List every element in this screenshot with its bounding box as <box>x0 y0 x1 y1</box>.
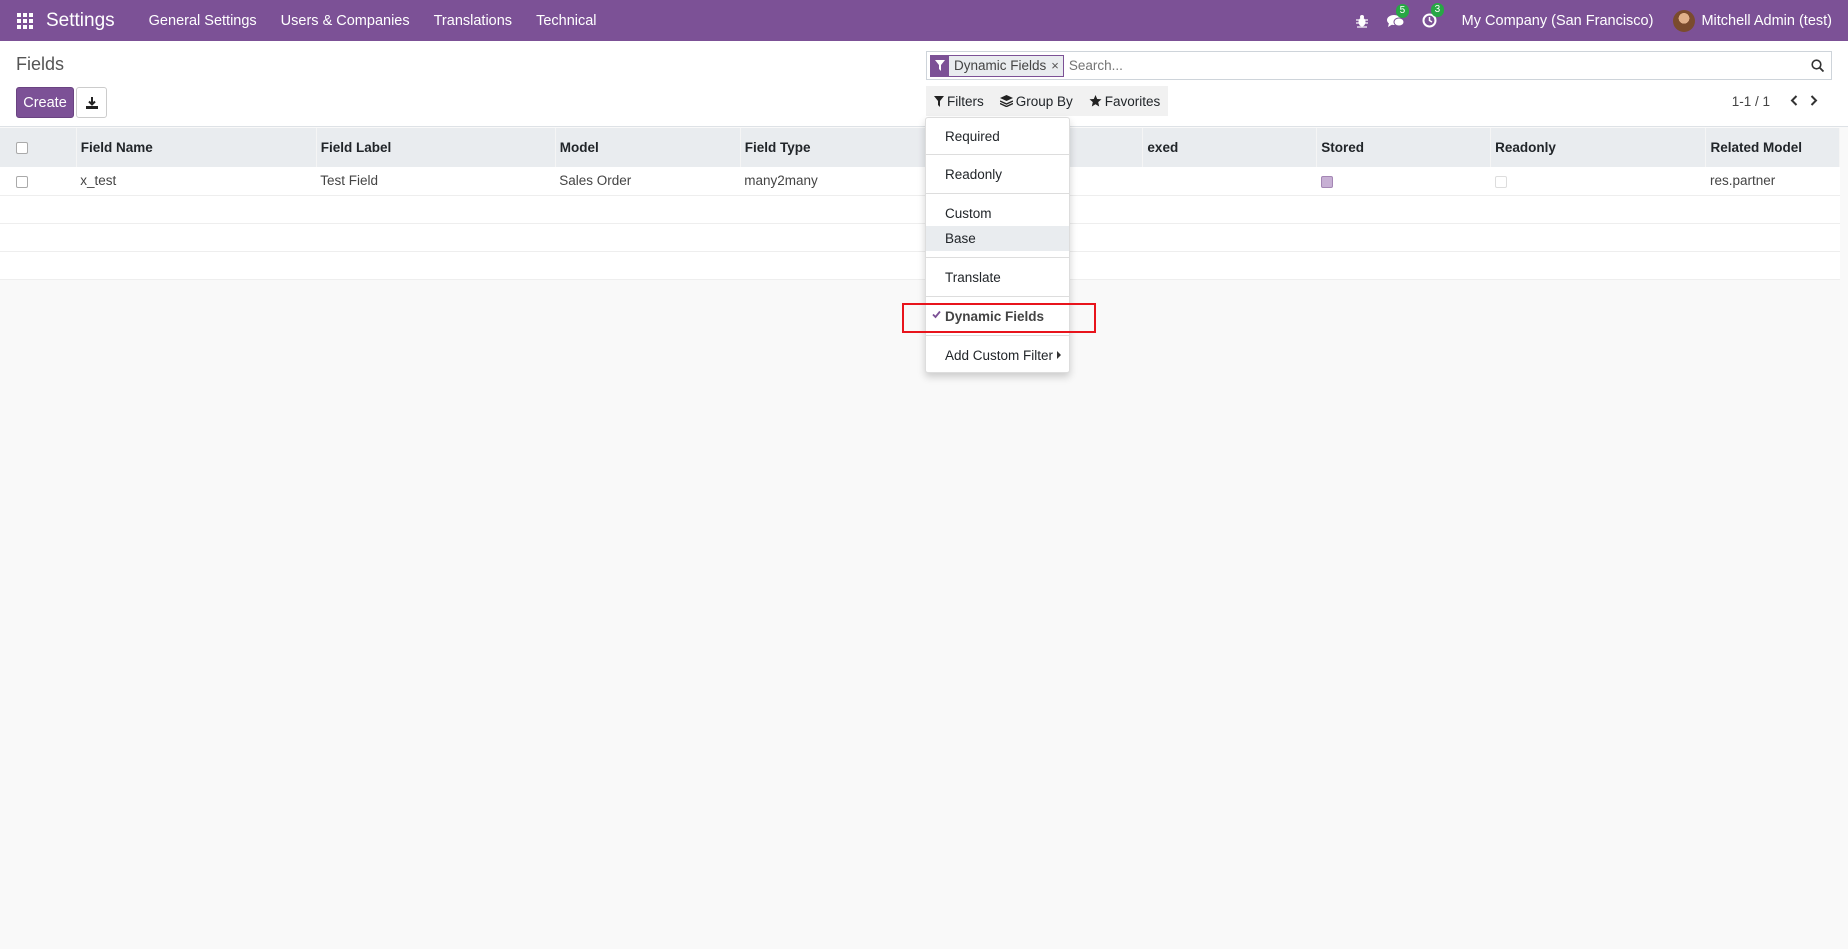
row-checkbox[interactable] <box>16 175 28 188</box>
app-brand[interactable]: Settings <box>46 10 115 32</box>
select-all-checkbox[interactable] <box>16 142 28 155</box>
menu-translations[interactable]: Translations <box>434 13 512 29</box>
search-icon[interactable] <box>1803 53 1831 79</box>
menu-users-companies[interactable]: Users & Companies <box>281 13 410 29</box>
dropdown-divider <box>926 257 1069 258</box>
filter-option-translate[interactable]: Translate <box>926 265 1069 290</box>
messages-chat-icon[interactable]: 5 <box>1386 3 1410 28</box>
page-title[interactable]: Fields <box>16 54 64 75</box>
select-all-header <box>0 128 77 167</box>
dropdown-divider <box>926 193 1069 194</box>
group-by-toggle[interactable]: Group By <box>992 86 1081 116</box>
pager: 1-1 / 1 <box>1732 93 1824 109</box>
annotation-highlight-box <box>902 303 1096 333</box>
dropdown-divider <box>926 154 1069 155</box>
user-menu[interactable]: Mitchell Admin (test) <box>1701 13 1832 29</box>
column-header-field-label[interactable]: Field Label <box>316 128 556 167</box>
cell-model[interactable]: Sales Order <box>555 167 741 196</box>
readonly-checkbox <box>1494 175 1507 188</box>
filter-option-required[interactable]: Required <box>926 124 1069 149</box>
cell-readonly[interactable] <box>1490 167 1706 196</box>
column-header-stored[interactable]: Stored <box>1316 128 1492 167</box>
cell-indexed[interactable] <box>1142 167 1317 196</box>
table-row-empty <box>0 195 1840 224</box>
facet-remove-icon[interactable]: × <box>1051 58 1063 73</box>
column-header-field-name[interactable]: Field Name <box>76 128 317 167</box>
filter-option-readonly[interactable]: Readonly <box>926 162 1069 187</box>
table-row-empty <box>0 251 1840 280</box>
dropdown-divider <box>926 335 1069 336</box>
filter-option-label: Required <box>945 129 1000 144</box>
activities-count-badge: 3 <box>1430 3 1445 17</box>
fields-list-table: Field Name Field Label Model Field Type … <box>0 128 1840 280</box>
star-icon <box>1089 95 1102 107</box>
cell-related-model[interactable]: res.partner <box>1705 167 1840 196</box>
download-icon <box>85 96 98 109</box>
table-row[interactable]: x_test Test Field Sales Order many2many … <box>0 167 1840 196</box>
filters-toggle[interactable]: Filters <box>926 86 992 116</box>
column-header-indexed[interactable]: exed <box>1142 128 1318 167</box>
pager-next-icon[interactable] <box>1804 93 1824 109</box>
table-header-row: Field Name Field Label Model Field Type … <box>0 128 1840 167</box>
search-facet: Dynamic Fields × <box>930 54 1064 77</box>
favorites-label: Favorites <box>1104 93 1161 109</box>
debug-bug-icon[interactable] <box>1355 14 1369 28</box>
user-avatar[interactable] <box>1673 9 1696 32</box>
dropdown-divider <box>926 296 1069 297</box>
layers-icon <box>999 95 1013 107</box>
add-custom-filter[interactable]: Add Custom Filter <box>926 343 1069 368</box>
column-header-related-model[interactable]: Related Model <box>1705 128 1840 167</box>
filter-icon <box>934 95 944 107</box>
search-input[interactable] <box>1063 52 1803 79</box>
column-header-model[interactable]: Model <box>555 128 741 167</box>
pager-value[interactable]: 1-1 / 1 <box>1732 94 1770 109</box>
filter-option-label: Custom <box>945 206 992 221</box>
stored-checkbox <box>1320 175 1333 188</box>
activities-clock-icon[interactable]: 3 <box>1422 3 1445 28</box>
menu-technical[interactable]: Technical <box>536 13 596 29</box>
download-button[interactable] <box>76 87 107 118</box>
filter-funnel-icon <box>931 55 949 76</box>
messages-count-badge: 5 <box>1395 3 1410 18</box>
filter-option-label: Add Custom Filter <box>945 348 1054 363</box>
cell-stored[interactable] <box>1316 167 1491 196</box>
table-row-empty <box>0 223 1840 252</box>
filters-dropdown-menu: Required Readonly Custom Base Translate … <box>925 117 1070 373</box>
caret-right-icon <box>1057 351 1061 359</box>
filter-option-base[interactable]: Base <box>926 226 1069 251</box>
filter-option-custom[interactable]: Custom <box>926 201 1069 226</box>
cell-field-name[interactable]: x_test <box>76 167 317 196</box>
facet-label: Dynamic Fields <box>954 58 1047 73</box>
search-options: Filters Group By Favorites <box>926 86 1169 116</box>
apps-menu-icon[interactable] <box>17 12 33 29</box>
column-header-readonly[interactable]: Readonly <box>1490 128 1707 167</box>
top-navbar: Settings General Settings Users & Compan… <box>0 0 1848 41</box>
pager-previous-icon[interactable] <box>1784 93 1804 109</box>
group-by-label: Group By <box>1015 93 1073 109</box>
create-button[interactable]: Create <box>16 87 74 118</box>
cell-field-label[interactable]: Test Field <box>316 167 556 196</box>
filter-option-label: Translate <box>945 270 1001 285</box>
control-panel: Fields Create Dynamic Fields × Filters G… <box>0 41 1848 127</box>
filter-option-label: Base <box>945 231 976 246</box>
company-switcher[interactable]: My Company (San Francisco) <box>1462 13 1654 29</box>
filter-option-label: Readonly <box>945 167 1003 182</box>
row-select-cell <box>0 167 77 196</box>
menu-general-settings[interactable]: General Settings <box>149 13 257 29</box>
favorites-toggle[interactable]: Favorites <box>1081 86 1169 116</box>
search-bar: Dynamic Fields × <box>926 51 1832 80</box>
filters-label: Filters <box>947 93 984 109</box>
